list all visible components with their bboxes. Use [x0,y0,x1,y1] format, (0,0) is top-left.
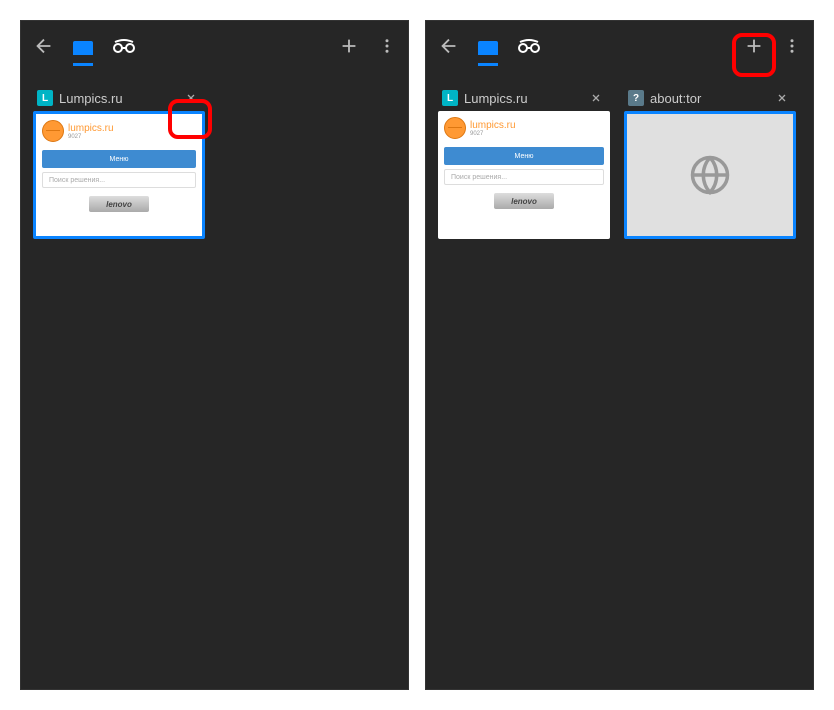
back-icon[interactable] [33,35,55,57]
thumb-search: Поиск решения... [444,169,604,185]
tab-card[interactable]: ? about:tor [624,85,796,239]
tab-title: about:tor [650,91,766,106]
globe-icon [689,154,731,196]
tab-header: ? about:tor [624,85,796,111]
incognito-icon[interactable] [111,39,137,53]
tab-header: L Lumpics.ru [33,85,205,111]
thumb-image: lenovo [89,196,149,212]
toolbar [21,21,408,71]
menu-icon[interactable] [378,37,396,55]
menu-icon[interactable] [783,37,801,55]
screen-left: L Lumpics.ru lumpics.ru 9027 Меню [20,20,409,690]
thumb-menu-button: Меню [444,147,604,165]
incognito-icon[interactable] [516,39,542,53]
close-tab-icon[interactable] [586,88,606,108]
thumb-subtitle: 9027 [470,131,516,137]
tab-thumbnail[interactable]: lumpics.ru 9027 Меню Поиск решения... le… [33,111,205,239]
close-tab-icon[interactable] [181,88,201,108]
thumb-brand: lumpics.ru [68,123,114,134]
toolbar [426,21,813,71]
logo-icon [444,117,466,139]
thumb-subtitle: 9027 [68,134,114,140]
tab-thumbnail[interactable] [624,111,796,239]
tab-title: Lumpics.ru [59,91,175,106]
favicon-icon: L [442,90,458,106]
tab-grid: L Lumpics.ru lumpics.ru 9027 Меню [426,71,813,253]
tab-header: L Lumpics.ru [438,85,610,111]
favicon-icon: ? [628,90,644,106]
tab-card[interactable]: L Lumpics.ru lumpics.ru 9027 Меню [33,85,205,239]
thumb-brand: lumpics.ru [470,120,516,131]
new-tab-icon[interactable] [743,35,765,57]
tabs-mode-icon[interactable] [478,41,498,66]
back-icon[interactable] [438,35,460,57]
tabs-mode-icon[interactable] [73,41,93,66]
thumb-menu-button: Меню [42,150,196,168]
favicon-icon: L [37,90,53,106]
thumb-search: Поиск решения... [42,172,196,188]
logo-icon [42,120,64,142]
tab-card[interactable]: L Lumpics.ru lumpics.ru 9027 Меню [438,85,610,239]
tab-title: Lumpics.ru [464,91,580,106]
tab-grid: L Lumpics.ru lumpics.ru 9027 Меню [21,71,408,253]
thumb-image: lenovo [494,193,554,209]
tab-thumbnail[interactable]: lumpics.ru 9027 Меню Поиск решения... le… [438,111,610,239]
new-tab-icon[interactable] [338,35,360,57]
screen-right: L Lumpics.ru lumpics.ru 9027 Меню [425,20,814,690]
close-tab-icon[interactable] [772,88,792,108]
